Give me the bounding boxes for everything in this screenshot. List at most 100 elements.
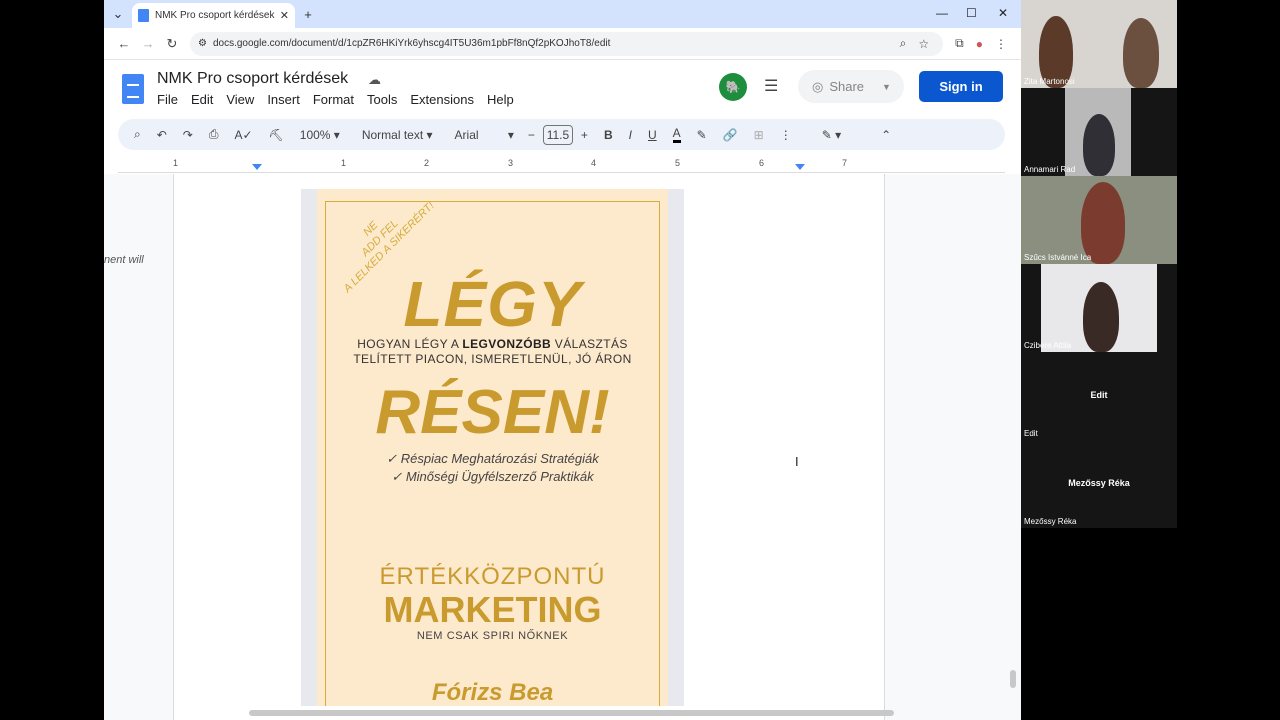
- participant-tile[interactable]: Edit Edit: [1021, 352, 1177, 440]
- right-indent-marker[interactable]: [795, 164, 805, 170]
- bold-icon[interactable]: B: [604, 128, 613, 142]
- left-indent-marker[interactable]: [252, 164, 262, 170]
- participant-tile[interactable]: Mezőssy Réka Mezőssy Réka: [1021, 440, 1177, 528]
- maximize-icon[interactable]: ☐: [966, 6, 977, 20]
- tab-title: NMK Pro csoport kérdések - G: [155, 10, 276, 21]
- decrease-font-icon[interactable]: −: [528, 128, 535, 142]
- cover-art: NE ADD FEL A LELKED A SIKERÉRT! LÉGY HOG…: [317, 189, 668, 706]
- editing-mode-icon[interactable]: ✎ ▾: [822, 128, 841, 142]
- participant-tile[interactable]: Szűcs Istvánné Ica: [1021, 176, 1177, 264]
- comments-icon[interactable]: ☰: [764, 76, 778, 96]
- tab-strip: ⌄ NMK Pro csoport kérdések - G ✕ + — ☐ ✕: [104, 0, 1021, 28]
- ruler-number: 1: [341, 158, 347, 168]
- increase-font-icon[interactable]: +: [581, 128, 588, 142]
- reload-icon[interactable]: ↻: [160, 36, 184, 52]
- horizontal-scrollbar[interactable]: [249, 710, 894, 716]
- share-button[interactable]: ◎ Share ▼: [798, 70, 904, 103]
- menu-tools[interactable]: Tools: [367, 92, 397, 107]
- forward-icon[interactable]: →: [136, 36, 160, 51]
- font-size-input[interactable]: 11.5: [542, 124, 573, 145]
- menu-help[interactable]: Help: [487, 92, 514, 107]
- underline-icon[interactable]: U: [648, 128, 657, 142]
- participant-avatar: [1123, 18, 1159, 88]
- share-dropdown-icon[interactable]: ▼: [882, 82, 891, 92]
- menu-view[interactable]: View: [226, 92, 254, 107]
- participant-name: Annamari Rad: [1024, 165, 1076, 174]
- participant-name: Mezőssy Réka: [1024, 517, 1077, 526]
- undo-icon[interactable]: ↶: [157, 128, 167, 142]
- link-icon[interactable]: 🔗: [723, 128, 738, 142]
- browser-tab[interactable]: NMK Pro csoport kérdések - G ✕: [132, 3, 295, 28]
- document-title[interactable]: NMK Pro csoport kérdések: [157, 70, 348, 88]
- new-tab-icon[interactable]: +: [300, 6, 316, 22]
- document-page[interactable]: NE ADD FEL A LELKED A SIKERÉRT! LÉGY HOG…: [173, 174, 885, 720]
- participant-center-name: Edit: [1090, 390, 1108, 400]
- minimize-icon[interactable]: —: [936, 6, 948, 20]
- ruler-track[interactable]: [173, 157, 884, 171]
- menu-format[interactable]: Format: [313, 92, 354, 107]
- book-cover-image[interactable]: NE ADD FEL A LELKED A SIKERÉRT! LÉGY HOG…: [301, 189, 684, 706]
- profile-icon[interactable]: ●: [976, 37, 983, 51]
- add-comment-icon[interactable]: ⊞: [754, 128, 764, 142]
- participant-name: Zita Martonosi: [1024, 77, 1075, 86]
- vertical-scrollbar[interactable]: [1010, 670, 1016, 688]
- ruler-number: 1: [173, 158, 179, 168]
- subtitle-line2: TELÍTETT PIACON, ISMERETLENÜL, JÓ ÁRON: [353, 352, 632, 366]
- docs-logo-icon[interactable]: [122, 74, 144, 104]
- redo-icon[interactable]: ↷: [183, 128, 193, 142]
- docs-favicon-icon: [138, 9, 149, 22]
- check-item: ✓ Réspiac Meghatározási Stratégiák: [386, 451, 599, 466]
- address-bar[interactable]: ⚙ docs.google.com/document/d/1cpZR6HKiYr…: [190, 31, 944, 56]
- participant-tile[interactable]: Czibere Attila: [1021, 264, 1177, 352]
- more-options-icon[interactable]: ⋮: [780, 128, 792, 142]
- participant-tile[interactable]: Annamari Rad: [1021, 88, 1177, 176]
- extension-icon[interactable]: 🐘: [719, 73, 747, 101]
- extensions-icon[interactable]: ⧉: [955, 36, 964, 51]
- participants-panel: Zita Martonosi Annamari Rad Szűcs István…: [1021, 0, 1177, 720]
- cover-ertekkozpontu: ÉRTÉKKÖZPONTÚ: [379, 563, 606, 590]
- zoom-value: 100%: [299, 127, 331, 142]
- highlight-icon[interactable]: ✎: [697, 128, 707, 142]
- participant-avatar: [1083, 282, 1119, 352]
- cover-marketing: MARKETING: [383, 589, 602, 630]
- search-menus-icon[interactable]: ⌕: [134, 127, 141, 142]
- back-icon[interactable]: ←: [112, 36, 136, 51]
- paint-format-icon[interactable]: ⛏: [269, 128, 284, 142]
- tab-search-icon[interactable]: ⌄: [110, 6, 126, 22]
- text-color-icon[interactable]: A: [672, 126, 681, 143]
- style-select[interactable]: Normal text ▾: [362, 128, 433, 142]
- globe-icon: ◎: [812, 78, 824, 94]
- menu-file[interactable]: File: [157, 92, 178, 107]
- font-value: Arial: [454, 127, 479, 142]
- ruler-number: 6: [759, 158, 765, 168]
- tab-close-icon[interactable]: ✕: [280, 9, 289, 22]
- text-cursor-icon: I: [795, 454, 799, 469]
- italic-icon[interactable]: I: [629, 128, 632, 142]
- spellcheck-icon[interactable]: A✓: [234, 128, 252, 142]
- chrome-menu-icon[interactable]: ⋮: [995, 37, 1007, 51]
- menu-extensions[interactable]: Extensions: [410, 92, 474, 107]
- site-info-icon[interactable]: ⚙: [198, 38, 207, 49]
- participant-center-name: Mezőssy Réka: [1068, 478, 1130, 488]
- menu-edit[interactable]: Edit: [191, 92, 213, 107]
- cover-tagline: NEM CSAK SPIRI NŐKNEK: [416, 630, 569, 642]
- zoom-select[interactable]: 100% ▾: [300, 128, 340, 142]
- share-label: Share: [829, 79, 865, 94]
- subtitle-bold: LEGVONZÓBB: [462, 337, 552, 351]
- font-select[interactable]: Arial ▾: [455, 128, 514, 142]
- ruler: 1 1 2 3 4 5 6 7: [118, 155, 1005, 173]
- sign-in-button[interactable]: Sign in: [919, 71, 1003, 102]
- collapse-menus-icon[interactable]: ⌃: [881, 128, 891, 142]
- menu-insert[interactable]: Insert: [267, 92, 300, 107]
- zoom-icon[interactable]: ⌕: [900, 36, 907, 51]
- cover-checklist: ✓ Réspiac Meghatározási Stratégiák ✓ Min…: [317, 450, 668, 486]
- close-window-icon[interactable]: ✕: [998, 6, 1008, 20]
- ruler-number: 3: [508, 158, 514, 168]
- url-text: docs.google.com/document/d/1cpZR6HKiYrk6…: [212, 38, 611, 49]
- document-canvas: nent will NE ADD FEL A LELKED A SIKERÉRT…: [104, 174, 1021, 720]
- check-item: ✓ Minőségi Ügyfélszerző Praktikák: [391, 469, 594, 484]
- print-icon[interactable]: ⎙: [209, 127, 219, 142]
- participant-tile[interactable]: Zita Martonosi: [1021, 0, 1177, 88]
- cover-title-2: RÉSEN!: [375, 378, 610, 447]
- bookmark-star-icon[interactable]: ☆: [918, 37, 929, 51]
